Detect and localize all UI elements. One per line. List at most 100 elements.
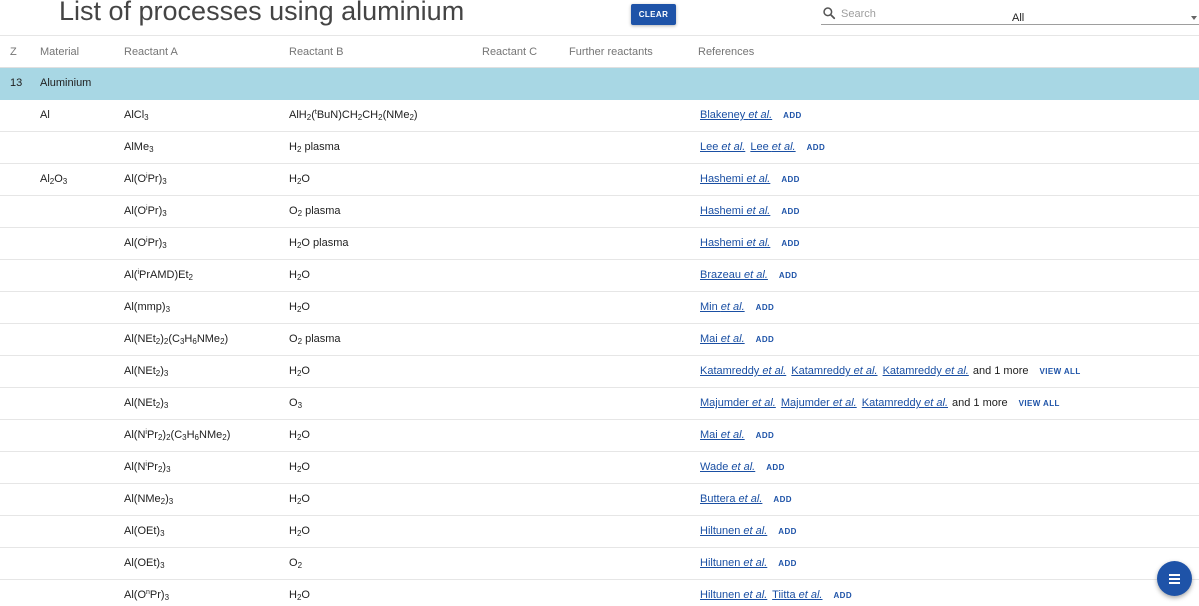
reactant-b-cell: H2O plasma [289,237,349,250]
add-reference-button[interactable]: ADD [779,271,798,280]
reactant-a-cell: Al(OiPr)3 [124,173,167,186]
reference-link[interactable]: Katamreddy et al. [862,397,948,409]
reactant-a-cell: Al(NMe2)3 [124,493,174,506]
material-cell: Al [40,109,50,121]
reference-link[interactable]: Min et al. [700,301,745,313]
reactant-a-cell: Al(OEt)3 [124,525,165,538]
reactant-a-cell: Al(NiPr2)3 [124,461,171,474]
add-reference-button[interactable]: ADD [766,463,785,472]
reference-link[interactable]: Katamreddy et al. [791,365,877,377]
more-references-text: and 1 more [972,365,1029,377]
references-cell: Brazeau et al. ADD [700,269,797,281]
add-reference-button[interactable]: ADD [783,111,802,120]
table-row: Al(NEt2)3 O3 Majumder et al. Majumder et a… [0,388,1199,420]
reactant-b-cell: H2O [289,493,310,506]
reactant-a-cell: Al(OnPr)3 [124,589,170,602]
add-reference-button[interactable]: ADD [756,431,775,440]
more-references-text: and 1 more [952,397,1008,409]
column-reactant-b[interactable]: Reactant B [289,46,343,58]
add-reference-button[interactable]: ADD [778,527,797,536]
table-row: Al(NMe2)3 H2O Buttera et al. ADD [0,484,1199,516]
reference-link[interactable]: Tiitta et al. [772,589,822,601]
reference-link[interactable]: Mai et al. [700,429,745,441]
references-cell: Majumder et al. Majumder et al. Katamred… [700,397,1060,409]
menu-fab-button[interactable] [1157,561,1192,596]
reference-link[interactable]: Hiltunen et al. [700,589,767,601]
reference-link[interactable]: Hashemi et al. [700,237,770,249]
add-reference-button[interactable]: ADD [781,175,800,184]
table-row: Al(NEt2)3 H2O Katamreddy et al. Katamreddy… [0,356,1199,388]
table-row: Al(NiPr2)3 H2O Wade et al. ADD [0,452,1199,484]
references-cell: Min et al. ADD [700,301,774,313]
search-input[interactable] [841,6,1001,22]
reference-link[interactable]: Hashemi et al. [700,173,770,185]
group-row[interactable]: 13 Aluminium [0,68,1199,100]
reference-link[interactable]: Blakeney et al. [700,109,772,121]
reference-link[interactable]: Hiltunen et al. [700,557,767,569]
add-reference-button[interactable]: ADD [773,495,792,504]
table-row: Al(OiPr)3 O2 plasma Hashemi et al. ADD [0,196,1199,228]
filter-value: All [1012,12,1025,24]
reactant-a-cell: Al(OiPr)3 [124,205,167,218]
reactant-a-cell: Al(NEt2)2(C3H6NMe2) [124,333,229,346]
search-box[interactable]: All [821,4,1199,25]
table-row: Al AlCl3 AlH2(tBuN)CH2CH2(NMe2) Blakeney et… [0,100,1199,132]
reactant-a-cell: Al(OEt)3 [124,557,165,570]
references-cell: Wade et al. ADD [700,461,785,473]
references-cell: Katamreddy et al. Katamreddy et al. Kata… [700,365,1081,377]
header: List of processes using aluminium CLEAR … [0,0,1199,36]
reference-link[interactable]: Buttera et al. [700,493,762,505]
reactant-a-cell: AlCl3 [124,109,149,122]
reactant-a-cell: Al(NEt2)3 [124,397,169,410]
add-reference-button[interactable]: ADD [834,591,853,600]
add-reference-button[interactable]: ADD [781,239,800,248]
column-further-reactants[interactable]: Further reactants [569,46,653,58]
reference-link[interactable]: Majumder et al. [700,397,776,409]
column-references[interactable]: References [698,46,754,58]
reactant-b-cell: H2O [289,429,310,442]
reactant-b-cell: H2 plasma [289,141,340,154]
reactant-a-cell: AlMe3 [124,141,154,154]
column-z[interactable]: Z [10,46,17,58]
reference-link[interactable]: Katamreddy et al. [883,365,969,377]
reference-link[interactable]: Lee et al. [750,141,795,153]
table-row: Al(NEt2)2(C3H6NMe2) O2 plasma Mai et al. AD… [0,324,1199,356]
reactant-b-cell: O3 [289,397,303,410]
filter-select[interactable]: All [1012,8,1199,28]
reactant-b-cell: AlH2(tBuN)CH2CH2(NMe2) [289,109,418,122]
reactant-b-cell: H2O [289,461,310,474]
add-reference-button[interactable]: ADD [756,335,775,344]
reference-link[interactable]: Lee et al. [700,141,745,153]
reference-link[interactable]: Mai et al. [700,333,745,345]
view-all-button[interactable]: VIEW ALL [1019,399,1060,408]
add-reference-button[interactable]: ADD [778,559,797,568]
table-row: Al(OiPr)3 H2O plasma Hashemi et al. ADD [0,228,1199,260]
reference-link[interactable]: Hashemi et al. [700,205,770,217]
group-name: Aluminium [40,77,92,89]
add-reference-button[interactable]: ADD [756,303,775,312]
column-material[interactable]: Material [40,46,79,58]
chevron-down-icon [1191,16,1197,20]
clear-button[interactable]: CLEAR [631,4,676,25]
reactant-b-cell: H2O [289,365,310,378]
search-icon [823,7,836,20]
references-cell: Lee et al. Lee et al. ADD [700,141,825,153]
add-reference-button[interactable]: ADD [807,143,826,152]
reactant-a-cell: Al(NEt2)3 [124,365,169,378]
references-cell: Hiltunen et al. ADD [700,557,797,569]
table-row: Al(OEt)3 O2 Hiltunen et al. ADD [0,548,1199,580]
add-reference-button[interactable]: ADD [781,207,800,216]
reactant-b-cell: H2O [289,173,310,186]
references-cell: Hashemi et al. ADD [700,205,800,217]
reactant-b-cell: H2O [289,301,310,314]
reactant-b-cell: O2 [289,557,303,570]
reference-link[interactable]: Brazeau et al. [700,269,768,281]
column-reactant-a[interactable]: Reactant A [124,46,178,58]
view-all-button[interactable]: VIEW ALL [1039,367,1080,376]
reference-link[interactable]: Hiltunen et al. [700,525,767,537]
reference-link[interactable]: Wade et al. [700,461,755,473]
reference-link[interactable]: Katamreddy et al. [700,365,786,377]
reactant-b-cell: O2 plasma [289,205,341,218]
column-reactant-c[interactable]: Reactant C [482,46,537,58]
reference-link[interactable]: Majumder et al. [781,397,857,409]
